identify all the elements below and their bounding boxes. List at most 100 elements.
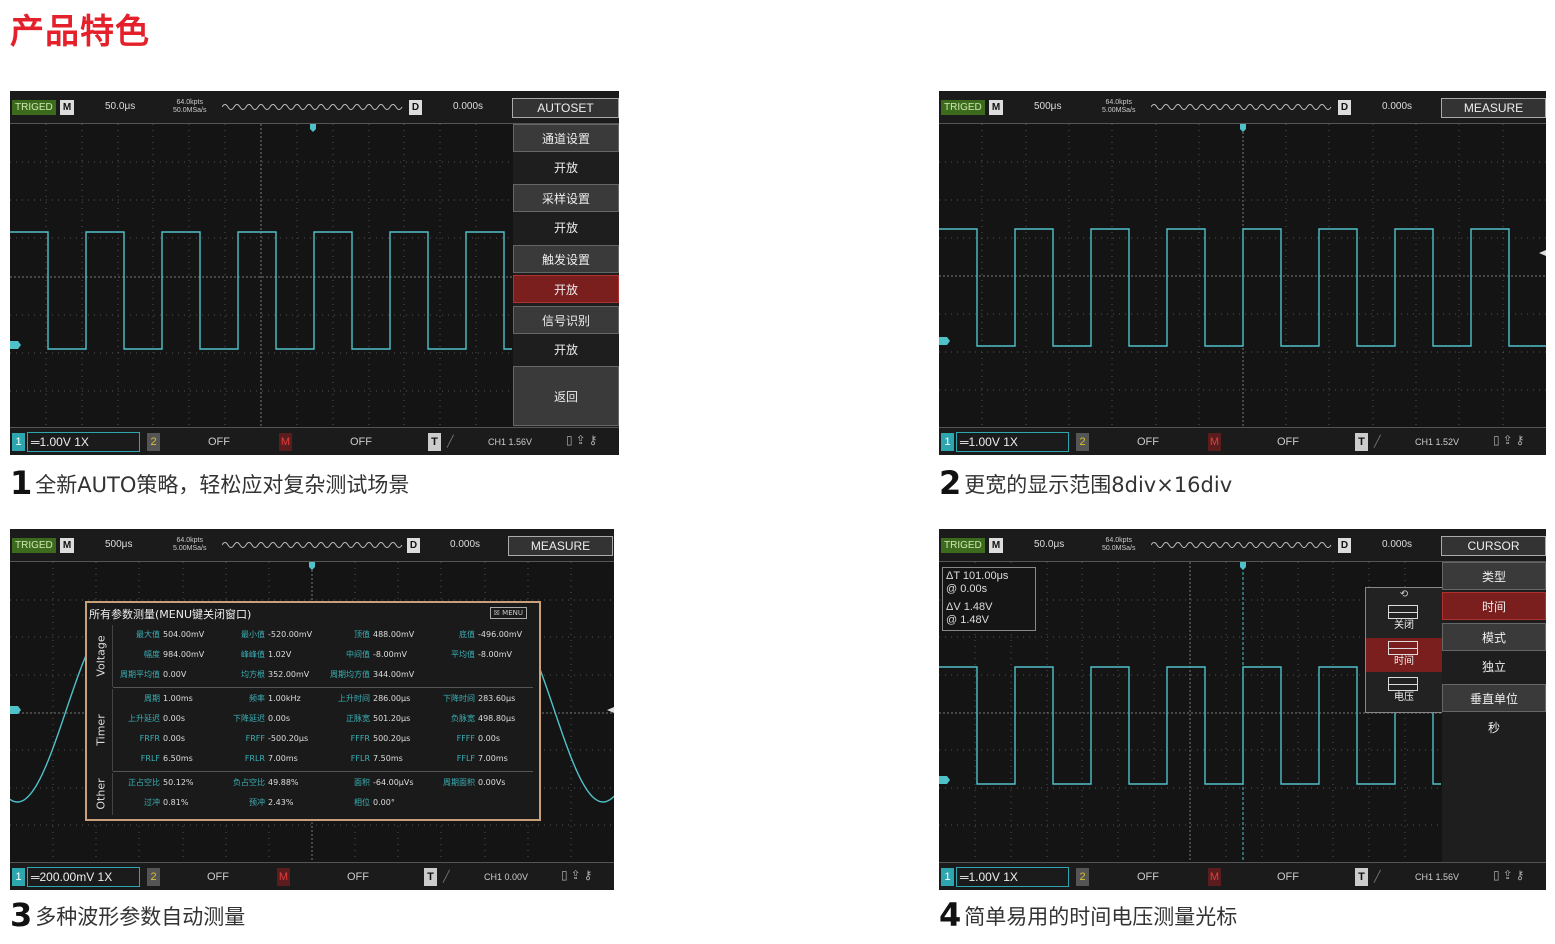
rising-edge-icon: ╱	[1374, 871, 1381, 883]
waveform-overview-icon	[222, 104, 403, 110]
menu-sample-settings[interactable]: 采样设置	[513, 184, 619, 212]
menu-mode-independent[interactable]: 独立	[1442, 653, 1546, 681]
measure-label: 正脉宽	[346, 714, 370, 723]
measure-label: 过冲	[144, 798, 160, 807]
scope-bottom-bar: 1 ═1.00V 1X 2 OFF M OFF T ╱ CH1 1.56V ▯⇪…	[939, 862, 1546, 890]
measure-cell: 频率 1.00kHz	[218, 689, 323, 709]
measure-label: 中间值	[346, 650, 370, 659]
measure-value: 352.00mV	[268, 670, 310, 679]
measure-cell: 顶值 488.00mV	[323, 625, 428, 645]
measure-label: 周期平均值	[120, 670, 160, 679]
page-title: 产品特色	[10, 12, 150, 52]
measure-label: 周期面积	[443, 778, 475, 787]
timebase-m-icon: M	[60, 538, 74, 553]
menu-trigger-open[interactable]: 开放	[513, 275, 619, 303]
popup-option-off[interactable]: 关闭	[1366, 602, 1442, 636]
scope-bottom-bar: 1 ═1.00V 1X 2 OFF M OFF T ╱ CH1 1.56V ▯⇪…	[10, 427, 619, 455]
trigger-level-marker	[607, 707, 614, 713]
measure-value: 6.50ms	[163, 754, 193, 763]
ch1-scale[interactable]: ═1.00V 1X	[956, 432, 1069, 452]
menu-channel-settings[interactable]: 通道设置	[513, 124, 619, 152]
all-measurements-window: 所有参数测量(MENU键关闭窗口) ☒ MENU Voltage Timer O…	[85, 601, 541, 821]
math-badge[interactable]: M	[1208, 868, 1221, 886]
trigger-badge[interactable]: T	[1355, 868, 1368, 886]
timebase-m-icon: M	[989, 100, 1003, 115]
timebase-value: 500μs	[1034, 101, 1062, 112]
menu-trigger-settings[interactable]: 触发设置	[513, 245, 619, 273]
measure-label: 最小值	[241, 630, 265, 639]
usb-lan-icons: ▯⇪⚷	[1493, 433, 1528, 447]
trigger-badge[interactable]: T	[424, 868, 437, 886]
popup-option-voltage[interactable]: 电压	[1366, 674, 1442, 708]
ch1-scale[interactable]: ═1.00V 1X	[956, 867, 1069, 887]
ch2-badge[interactable]: 2	[147, 868, 160, 886]
trigger-badge[interactable]: T	[1355, 433, 1368, 451]
ch1-scale[interactable]: ═1.00V 1X	[27, 432, 140, 452]
section-divider	[113, 771, 533, 772]
menu-signal-recognition[interactable]: 信号识别	[513, 306, 619, 334]
measure-value: 49.88%	[268, 778, 299, 787]
delay-d-icon: D	[409, 100, 422, 115]
measure-close-button[interactable]: ☒ MENU	[489, 607, 527, 619]
ch2-status: OFF	[1137, 871, 1159, 883]
measure-value: 0.81%	[163, 798, 189, 807]
menu-signal-open[interactable]: 开放	[513, 336, 619, 364]
menu-sample-open[interactable]: 开放	[513, 214, 619, 242]
measure-label: 相位	[354, 798, 370, 807]
scope-bottom-bar: 1 ═1.00V 1X 2 OFF M OFF T ╱ CH1 1.52V ▯⇪…	[939, 427, 1546, 455]
menu-type[interactable]: 类型	[1442, 562, 1546, 590]
menu-channel-open[interactable]: 开放	[513, 154, 619, 182]
caption-feature-3: 3 多种波形参数自动测量	[10, 896, 246, 934]
ch1-badge[interactable]: 1	[12, 868, 25, 886]
measure-cell: 上升时间 286.00μs	[323, 689, 428, 709]
cursor-type-popup: ⟲ 关闭 时间 电压	[1365, 587, 1443, 713]
math-badge[interactable]: M	[279, 433, 292, 451]
trigger-level-marker	[1539, 250, 1546, 256]
rising-edge-icon: ╱	[447, 436, 454, 448]
trigger-badge[interactable]: T	[428, 433, 441, 451]
menu-unit-seconds[interactable]: 秒	[1442, 714, 1546, 742]
measure-cell: 周期面积 0.00Vs	[428, 773, 533, 793]
measure-cell: FFLR 7.50ms	[323, 749, 428, 769]
ch2-badge[interactable]: 2	[1076, 868, 1089, 886]
ch1-scale[interactable]: ═200.00mV 1X	[27, 867, 140, 887]
ch1-badge[interactable]: 1	[941, 868, 954, 886]
menu-type-time[interactable]: 时间	[1442, 592, 1546, 620]
menu-return-button[interactable]: 返回	[513, 366, 619, 426]
trigger-position-marker	[1240, 562, 1246, 570]
scope-top-bar: TRIGED M 50.0μs 64.0kpts 50.0MSa/s D 0.00…	[10, 91, 619, 124]
measure-cell: 负脉宽 498.80μs	[428, 709, 533, 729]
ch2-badge[interactable]: 2	[147, 433, 160, 451]
ch1-level-marker	[10, 341, 21, 349]
measure-label: 频率	[249, 694, 265, 703]
measure-row: 周期平均值 0.00V 均方根 352.00mV 周期均方值 344.00mV	[113, 665, 533, 685]
measure-label: 正占空比	[128, 778, 160, 787]
measure-window-title: 所有参数测量(MENU键关闭窗口)	[89, 608, 252, 621]
ch2-badge[interactable]: 2	[1076, 433, 1089, 451]
math-status: OFF	[1277, 871, 1299, 883]
delta-v-at: @ 1.48V	[946, 614, 989, 626]
measure-value: 50.12%	[163, 778, 194, 787]
trigger-level: CH1 0.00V	[484, 872, 529, 882]
measure-value: 0.00s	[478, 734, 500, 743]
section-voltage: Voltage	[90, 625, 113, 687]
measure-cell: 峰峰值 1.02V	[218, 645, 323, 665]
measure-cell: 底值 -496.00mV	[428, 625, 533, 645]
ch1-badge[interactable]: 1	[941, 433, 954, 451]
rising-edge-icon: ╱	[443, 871, 450, 883]
menu-mode[interactable]: 模式	[1442, 623, 1546, 651]
menu-vertical-unit[interactable]: 垂直单位	[1442, 684, 1546, 712]
math-badge[interactable]: M	[277, 868, 290, 886]
caption-feature-4: 4 简单易用的时间电压测量光标	[939, 896, 1238, 934]
measure-label: FRFR	[139, 734, 160, 743]
popup-option-time[interactable]: 时间	[1366, 638, 1442, 672]
measure-value: 0.00V	[163, 670, 187, 679]
math-badge[interactable]: M	[1208, 433, 1221, 451]
delta-v-value: ΔV 1.48V	[946, 601, 993, 613]
ch1-badge[interactable]: 1	[12, 433, 25, 451]
measure-label: 预冲	[249, 798, 265, 807]
measure-row: FRFR 0.00s FRFF -500.20μs FFFR 500.20μs FFFF 0.…	[113, 729, 533, 749]
scope-top-bar: TRIGED M 50.0μs 64.0kpts 50.0MSa/s D 0.00…	[939, 529, 1546, 562]
ch1-level-marker	[939, 337, 950, 345]
measure-row: 过冲 0.81% 预冲 2.43% 相位 0.00°	[113, 793, 533, 813]
